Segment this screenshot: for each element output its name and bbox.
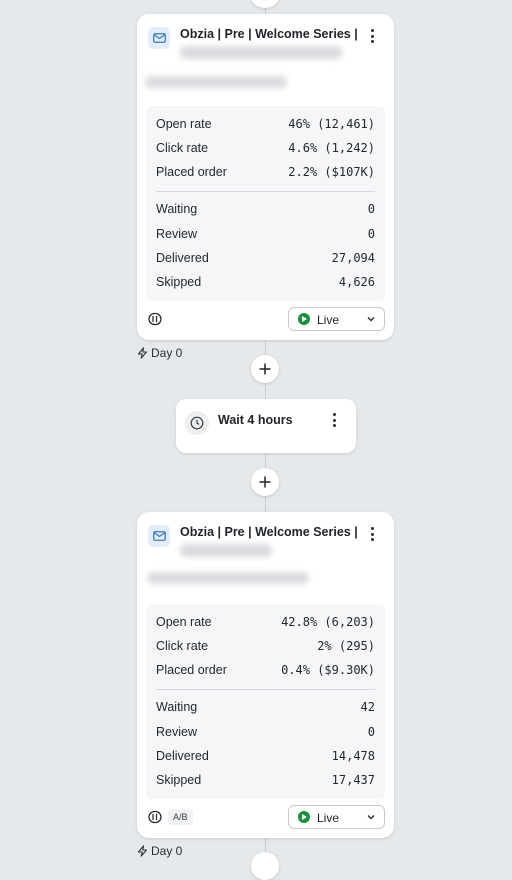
email-step-card[interactable]: Obzia | Pre | Welcome Series | Open rate… (137, 14, 394, 340)
lightning-icon (137, 347, 148, 359)
metric-row: Open rate 46% (12,461) (156, 117, 375, 131)
trigger-day-label: Day 0 (137, 844, 182, 858)
redacted-title-text (180, 544, 272, 557)
metric-row: Click rate 4.6% (1,242) (156, 141, 375, 155)
redacted-subject-text (147, 572, 309, 584)
smart-send-icon (148, 312, 162, 326)
count-row: Review 0 (156, 725, 375, 739)
metric-row: Placed order 2.2% ($107K) (156, 165, 375, 179)
envelope-icon (148, 525, 170, 547)
smart-send-icon (148, 810, 162, 824)
count-row: Delivered 27,094 (156, 251, 375, 265)
count-row: Skipped 4,626 (156, 275, 375, 289)
plus-icon (259, 476, 271, 488)
clock-icon (185, 411, 209, 435)
email-step-card[interactable]: Obzia | Pre | Welcome Series | Open rate… (137, 512, 394, 838)
add-step-button[interactable] (251, 355, 279, 383)
metric-row: Click rate 2% (295) (156, 639, 375, 653)
envelope-icon (148, 27, 170, 49)
wait-step-label: Wait 4 hours (218, 413, 293, 427)
play-circle-icon (298, 811, 310, 823)
add-step-button[interactable] (251, 0, 279, 8)
divider (156, 191, 375, 192)
wait-step-card[interactable]: Wait 4 hours (176, 399, 356, 453)
lightning-icon (137, 845, 148, 857)
redacted-subject-text (145, 76, 287, 88)
status-dropdown[interactable]: Live (288, 307, 385, 331)
divider (156, 689, 375, 690)
email-step-title: Obzia | Pre | Welcome Series | (180, 525, 358, 539)
chevron-down-icon (367, 317, 375, 322)
count-row: Waiting 42 (156, 700, 375, 714)
redacted-title-text (180, 46, 342, 59)
kebab-menu-icon[interactable] (364, 526, 380, 542)
add-step-button[interactable] (251, 468, 279, 496)
add-step-button[interactable] (251, 852, 279, 880)
trigger-day-label: Day 0 (137, 346, 182, 360)
play-circle-icon (298, 313, 310, 325)
metric-row: Open rate 42.8% (6,203) (156, 615, 375, 629)
status-dropdown[interactable]: Live (288, 805, 385, 829)
stats-panel: Open rate 42.8% (6,203) Click rate 2% (295… (146, 604, 385, 799)
metric-row: Placed order 0.4% ($9.30K) (156, 663, 375, 677)
email-step-title: Obzia | Pre | Welcome Series | (180, 27, 358, 41)
count-row: Waiting 0 (156, 202, 375, 216)
kebab-menu-icon[interactable] (364, 28, 380, 44)
plus-icon (259, 363, 271, 375)
count-row: Review 0 (156, 227, 375, 241)
ab-test-badge: A/B (168, 809, 193, 825)
count-row: Skipped 17,437 (156, 773, 375, 787)
kebab-menu-icon[interactable] (326, 412, 342, 428)
count-row: Delivered 14,478 (156, 749, 375, 763)
chevron-down-icon (367, 815, 375, 820)
stats-panel: Open rate 46% (12,461) Click rate 4.6% (1,… (146, 106, 385, 301)
